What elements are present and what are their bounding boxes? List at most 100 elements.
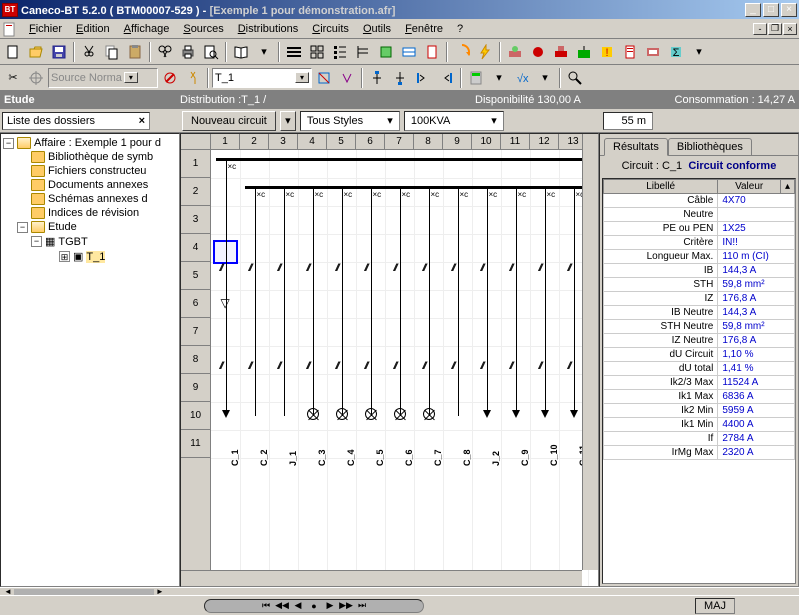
tree-item[interactable]: Bibliothèque de symb	[17, 150, 177, 164]
col-header[interactable]: 1	[211, 134, 240, 149]
view3-icon[interactable]	[329, 41, 351, 63]
calc-icon[interactable]	[465, 67, 487, 89]
target-icon[interactable]	[25, 67, 47, 89]
result-row[interactable]: dU Circuit1,10 %	[604, 348, 795, 362]
new-icon[interactable]	[2, 41, 24, 63]
result-row[interactable]: PE ou PEN1X25	[604, 222, 795, 236]
row-header[interactable]: 11	[181, 430, 210, 458]
result-row[interactable]: IZ Neutre176,8 A	[604, 334, 795, 348]
col-header[interactable]: 5	[327, 134, 356, 149]
playback-slider[interactable]: ⏮ ◀◀ ◀ ● ▶ ▶▶ ⏭	[204, 599, 424, 613]
result-row[interactable]: IB Neutre144,3 A	[604, 306, 795, 320]
scrollbar-horizontal[interactable]	[181, 570, 582, 586]
refresh-orange-icon[interactable]	[451, 41, 473, 63]
view4-icon[interactable]	[352, 41, 374, 63]
col-libelle[interactable]: Libellé	[604, 180, 718, 194]
calc-dropdown-icon[interactable]: ▾	[488, 67, 510, 89]
collapse-icon[interactable]: −	[31, 236, 42, 247]
print-icon[interactable]	[177, 41, 199, 63]
menu-edition[interactable]: Edition	[69, 21, 117, 37]
tree-scrollbar[interactable]: ◄►	[0, 587, 799, 595]
diagram-panel[interactable]: 12345678910111213 1234567891011 ×cC_1×cC…	[180, 133, 599, 587]
tool-e-icon[interactable]: !	[596, 41, 618, 63]
result-row[interactable]: Ik2/3 Max11524 A	[604, 376, 795, 390]
tool-i-icon[interactable]: ▾	[688, 41, 710, 63]
prev-icon[interactable]: ◀◀	[275, 601, 289, 611]
source-combo[interactable]: Source Norma▾	[48, 68, 158, 88]
row-header[interactable]: 4	[181, 234, 210, 262]
dropdown-icon[interactable]: ▾	[253, 41, 275, 63]
diagram-canvas[interactable]: ×cC_1×cC_2×cJ_1×cC_3×cC_4×cC_5×cC_6×cC_7…	[211, 150, 598, 586]
scrollbar-vertical[interactable]	[582, 134, 598, 570]
tree-leaf-t1[interactable]: ⊞▣T_1	[59, 249, 177, 264]
next-icon[interactable]: ▶▶	[339, 601, 353, 611]
col-header[interactable]: 9	[443, 134, 472, 149]
row-header[interactable]: 1	[181, 150, 210, 178]
tree-right-icon[interactable]	[435, 67, 457, 89]
tree-up-icon[interactable]	[366, 67, 388, 89]
view6-icon[interactable]	[398, 41, 420, 63]
mdi-minimize-button[interactable]: -	[753, 23, 767, 35]
menu-affichage[interactable]: Affichage	[117, 21, 177, 37]
menu-outils[interactable]: Outils	[356, 21, 398, 37]
filter2-icon[interactable]	[182, 67, 204, 89]
view7-icon[interactable]	[421, 41, 443, 63]
result-row[interactable]: IZ176,8 A	[604, 292, 795, 306]
find-icon[interactable]	[154, 41, 176, 63]
tree-item[interactable]: Indices de révision	[17, 206, 177, 220]
mdi-restore-button[interactable]: ❐	[768, 23, 782, 35]
result-row[interactable]: IrMg Max2320 A	[604, 446, 795, 460]
collapse-icon[interactable]: −	[3, 138, 14, 149]
distribution-combo[interactable]: T_1▾	[212, 68, 312, 88]
nav-blue-icon[interactable]	[313, 67, 335, 89]
tool-d-icon[interactable]	[573, 41, 595, 63]
first-icon[interactable]: ⏮	[259, 601, 273, 611]
tool-b-icon[interactable]	[527, 41, 549, 63]
tab-resultats[interactable]: Résultats	[604, 138, 668, 156]
result-row[interactable]: CritèreIN!!	[604, 236, 795, 250]
result-row[interactable]: Ik1 Max6836 A	[604, 390, 795, 404]
menu-help[interactable]: ?	[450, 21, 470, 37]
tool-c-icon[interactable]	[550, 41, 572, 63]
book-icon[interactable]	[230, 41, 252, 63]
chevron-down-icon[interactable]: ▾	[295, 72, 309, 83]
scissors-icon[interactable]: ✂	[2, 67, 24, 89]
row-header[interactable]: 7	[181, 318, 210, 346]
result-row[interactable]: Ik1 Min4400 A	[604, 418, 795, 432]
formula-dropdown-icon[interactable]: ▾	[534, 67, 556, 89]
maximize-button[interactable]: □	[763, 3, 779, 17]
menu-fenetre[interactable]: Fenêtre	[398, 21, 450, 37]
col-header[interactable]: 6	[356, 134, 385, 149]
minimize-button[interactable]: _	[745, 3, 761, 17]
formula-icon[interactable]: √x	[511, 67, 533, 89]
paste-icon[interactable]	[124, 41, 146, 63]
menu-fichier[interactable]: Fichier	[22, 21, 69, 37]
styles-combo[interactable]: Tous Styles▾	[300, 111, 400, 131]
row-header[interactable]: 2	[181, 178, 210, 206]
view2-icon[interactable]	[306, 41, 328, 63]
row-header[interactable]: 3	[181, 206, 210, 234]
col-header[interactable]: 10	[472, 134, 501, 149]
tab-bibliotheques[interactable]: Bibliothèques	[668, 138, 752, 155]
cut-icon[interactable]	[78, 41, 100, 63]
tree-left-icon[interactable]	[412, 67, 434, 89]
menu-distributions[interactable]: Distributions	[231, 21, 306, 37]
chevron-down-icon[interactable]: ▾	[487, 114, 501, 127]
col-header[interactable]: 8	[414, 134, 443, 149]
menu-sources[interactable]: Sources	[176, 21, 230, 37]
tree-item[interactable]: Fichiers constructeu	[17, 164, 177, 178]
result-row[interactable]: Ik2 Min5959 A	[604, 404, 795, 418]
result-row[interactable]: Neutre	[604, 208, 795, 222]
tool-g-icon[interactable]	[642, 41, 664, 63]
save-icon[interactable]	[48, 41, 70, 63]
result-row[interactable]: If2784 A	[604, 432, 795, 446]
col-header[interactable]: 11	[501, 134, 530, 149]
lightning-icon[interactable]	[474, 41, 496, 63]
result-row[interactable]: IB144,3 A	[604, 264, 795, 278]
open-icon[interactable]	[25, 41, 47, 63]
chevron-down-icon[interactable]: ▾	[124, 72, 138, 83]
tree-tgbt[interactable]: −▦TGBT	[31, 234, 177, 249]
view5-icon[interactable]	[375, 41, 397, 63]
new-circuit-button[interactable]: Nouveau circuit	[182, 111, 276, 131]
col-header[interactable]: 12	[530, 134, 559, 149]
